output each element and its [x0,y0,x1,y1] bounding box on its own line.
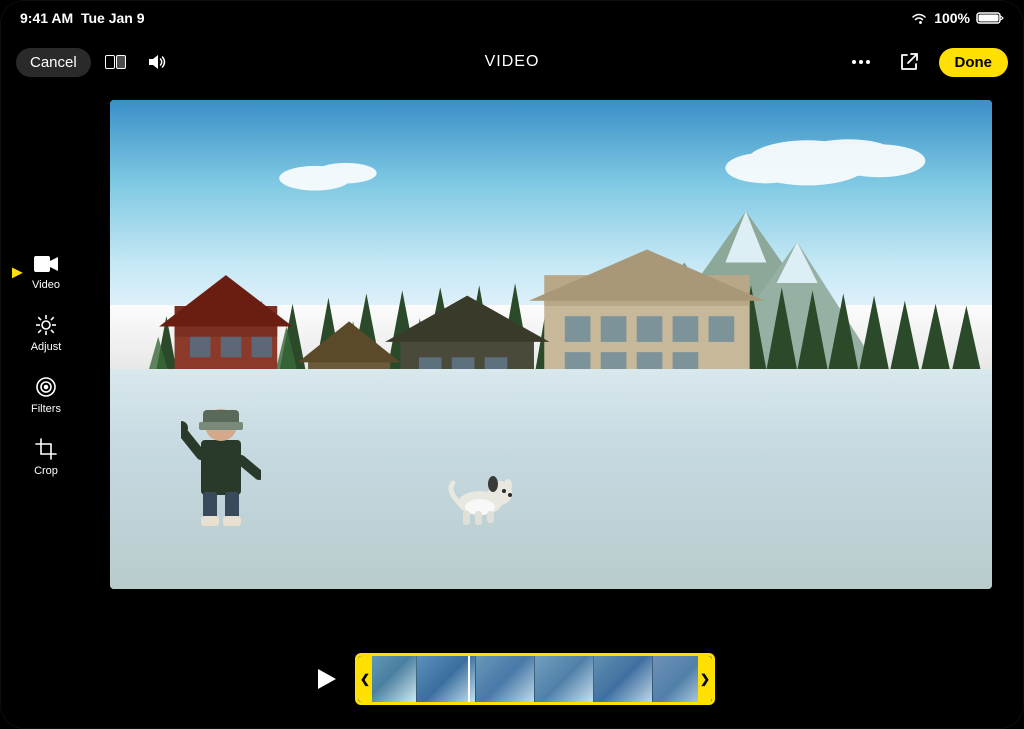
adjust-icon [34,313,58,337]
sidebar-item-video[interactable]: Video [16,247,76,297]
side-panel: ▶ Video Adjust [16,247,76,483]
side-item-wrapper-filters: Filters [16,369,76,421]
play-button[interactable] [309,661,345,697]
sidebar-item-adjust[interactable]: Adjust [16,307,76,359]
timeline-bar: ❮ ❯ [309,653,715,705]
filmstrip: ❮ ❯ [355,653,715,705]
person [181,380,261,530]
filmstrip-handle-right[interactable]: ❯ [698,656,712,702]
external-link-button[interactable] [891,44,927,80]
sidebar-crop-label: Crop [34,465,58,477]
side-item-wrapper-crop: Crop [16,431,76,483]
toolbar-right: Done [843,44,1009,80]
volume-button[interactable] [140,44,176,80]
split-rect-right [116,55,126,69]
status-bar: 9:41 AM Tue Jan 9 100% [0,0,1024,36]
wifi-icon [910,11,928,25]
external-link-icon [898,51,920,73]
video-container [110,100,992,589]
side-item-wrapper-video: ▶ Video [16,247,76,297]
dog [445,465,515,525]
battery-icon [976,11,1004,25]
toolbar-title: VIDEO [485,53,540,70]
left-chevron-icon: ❮ [360,672,370,686]
filmstrip-handle-left[interactable]: ❮ [358,656,372,702]
filmstrip-frame-3 [476,656,535,702]
filmstrip-frame-4 [535,656,594,702]
right-chevron-icon: ❯ [700,672,710,686]
cancel-button[interactable]: Cancel [16,48,91,77]
sidebar-video-label: Video [32,279,60,291]
more-options-button[interactable] [843,44,879,80]
status-right-icons: 100% [910,10,1004,26]
sidebar-adjust-label: Adjust [31,341,62,353]
toolbar-left: Cancel [16,44,176,80]
crop-icon [34,437,58,461]
sidebar-item-crop[interactable]: Crop [16,431,76,483]
toolbar-center: VIDEO [485,53,540,71]
battery-percent: 100% [934,10,970,26]
more-options-icon [850,51,872,73]
toolbar: Cancel VIDEO [0,36,1024,88]
sidebar-filters-label: Filters [31,403,61,415]
done-button[interactable]: Done [939,48,1009,77]
filters-icon [34,375,58,399]
side-item-wrapper-adjust: Adjust [16,307,76,359]
play-icon [318,669,336,689]
playhead[interactable] [468,653,470,705]
split-rect-left [105,55,115,69]
status-time-date: 9:41 AM Tue Jan 9 [20,10,145,26]
video-icon [33,253,59,275]
sidebar-item-filters[interactable]: Filters [16,369,76,421]
split-screen-icon [105,55,126,69]
video-frame [110,100,992,589]
active-indicator: ▶ [12,263,23,280]
filmstrip-frames [358,656,712,702]
filmstrip-frame-5 [594,656,653,702]
volume-icon [147,53,169,71]
